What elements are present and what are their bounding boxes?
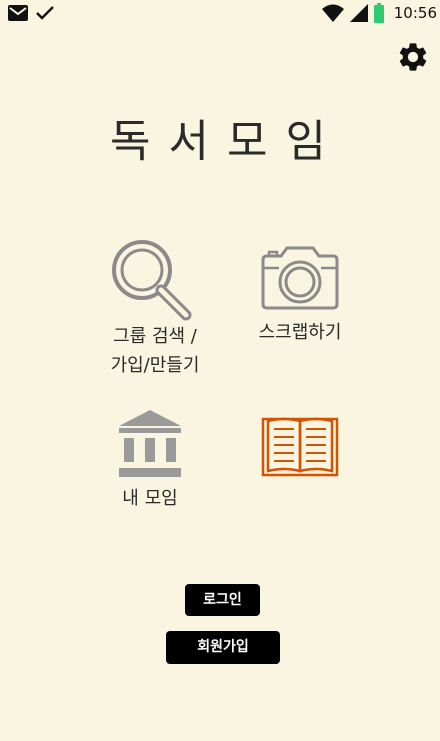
settings-button[interactable] (396, 40, 430, 74)
scrap-label: 스크랩하기 (258, 322, 342, 343)
gear-icon (399, 43, 427, 71)
battery-icon (373, 3, 384, 23)
status-right: 10:56 (321, 3, 437, 23)
app-title: 독서모임 (110, 116, 344, 167)
scrap-menu[interactable]: 스크랩하기 (240, 246, 360, 347)
status-left (8, 5, 54, 21)
my-group-label: 내 모임 (122, 488, 178, 509)
magnifier-icon (112, 240, 192, 321)
signal-icon (349, 4, 368, 22)
camera-icon (261, 246, 339, 310)
wifi-icon (321, 4, 344, 22)
group-search-label-line1: 그룹 검색 / (113, 326, 197, 347)
status-time: 10:56 (393, 4, 437, 22)
my-group-menu[interactable]: 내 모임 (95, 408, 205, 513)
book-menu[interactable] (250, 415, 350, 477)
status-bar: 10:56 (0, 0, 440, 30)
mail-icon (8, 5, 28, 21)
group-search-label-line2: 가입/만들기 (110, 355, 200, 376)
group-search-menu[interactable]: 그룹 검색 / 가입/만들기 (90, 240, 220, 380)
library-icon (119, 410, 181, 477)
check-icon (36, 6, 54, 20)
login-button[interactable]: 로그인 (185, 584, 260, 616)
signup-button[interactable]: 회원가입 (166, 631, 280, 664)
open-book-icon (261, 417, 339, 477)
